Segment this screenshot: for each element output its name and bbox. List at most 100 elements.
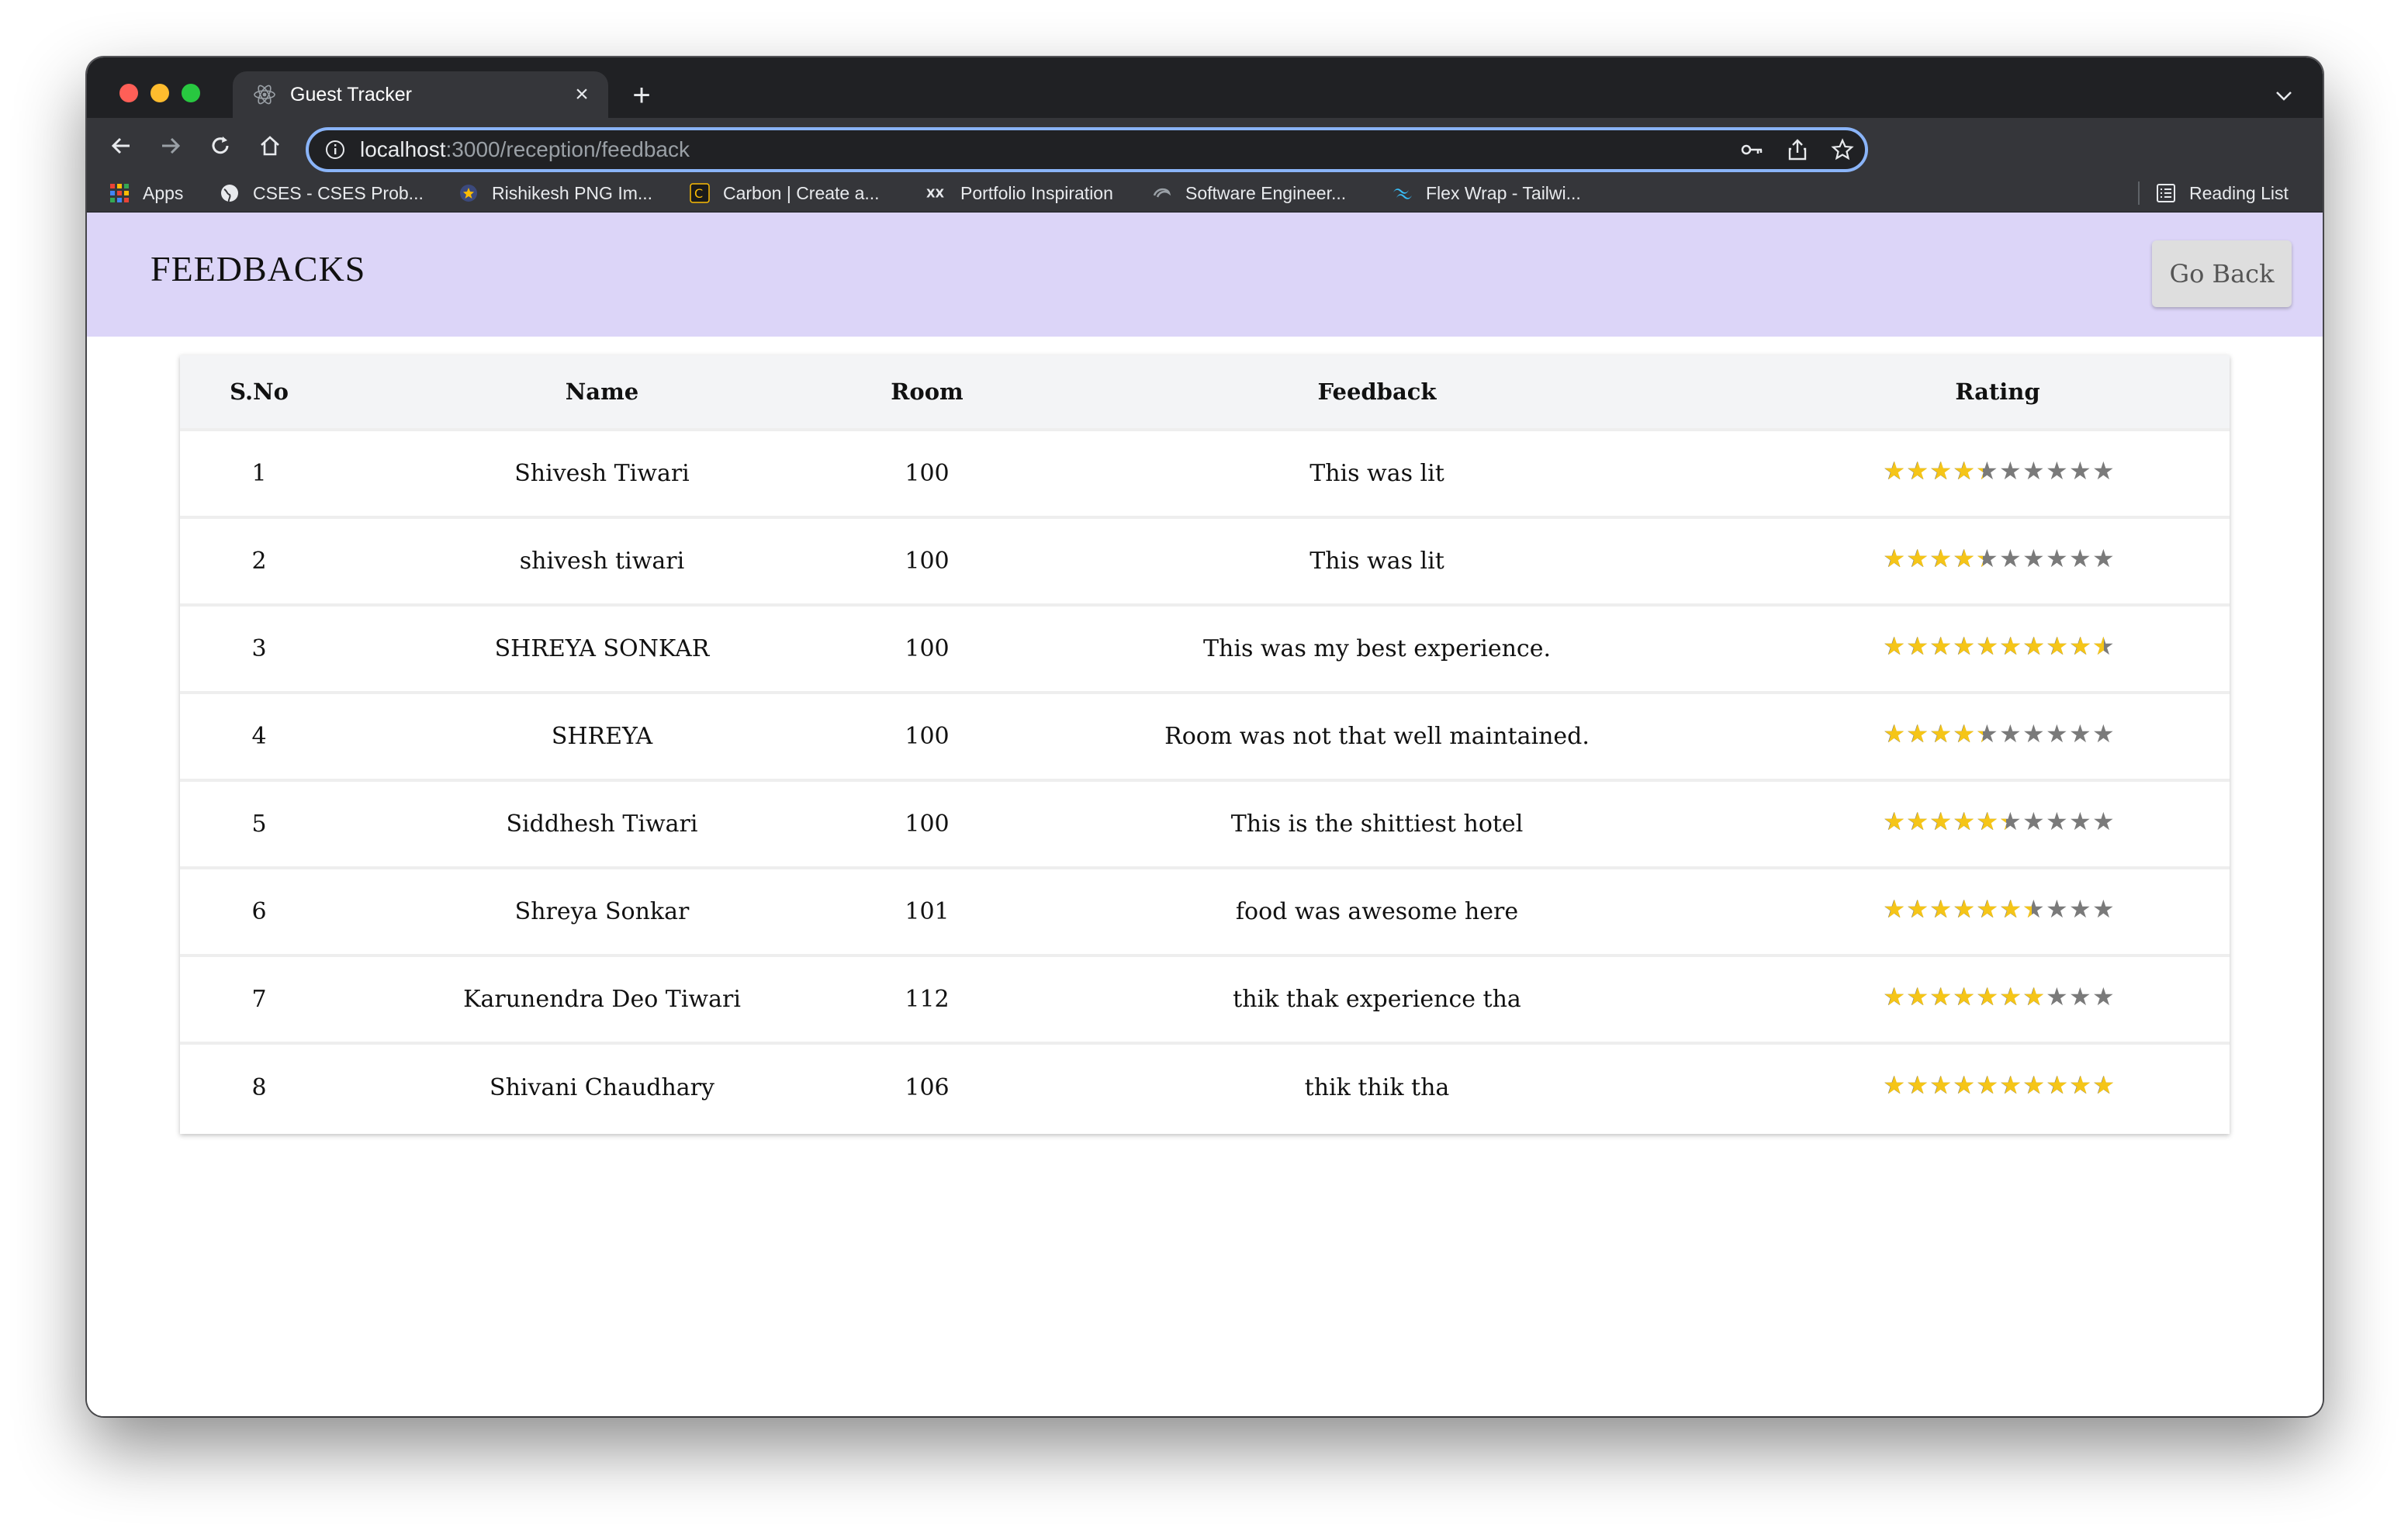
close-window-button[interactable] (119, 84, 138, 102)
table-header-row: S.No Name Room Feedback Rating (180, 355, 2230, 430)
table-row: 3 SHREYA SONKAR 100 This was my best experi… (180, 605, 2230, 693)
react-icon (253, 83, 276, 106)
star-rating: ★★★★★★★★★★★★★★★★★★★★ (1883, 721, 2116, 746)
cell-name: SHREYA SONKAR (494, 635, 710, 662)
star-icon: ★★ (2022, 631, 2046, 661)
star-icon: ★★ (2022, 718, 2045, 748)
star-icon: ★★ (2046, 631, 2069, 661)
bookmark-rishikesh-png[interactable]: Rishikesh PNG Im... (458, 174, 652, 213)
star-icon: ★★ (1883, 981, 1906, 1011)
address-bar[interactable]: localhost:3000/reception/feedback (306, 127, 1868, 172)
tab-title: Guest Tracker (290, 83, 412, 105)
star-icon: ★★ (1976, 718, 1998, 748)
column-header-rating: Rating (1955, 378, 2040, 405)
table-row: 4 SHREYA 100 Room was not that well maintai… (180, 693, 2230, 780)
star-icon: ★★ (1976, 543, 1998, 573)
cell-rating: ★★★★★★★★★★★★★★★★★★★★ (1766, 605, 2230, 693)
star-rating: ★★★★★★★★★★★★★★★★★★★★ (1883, 546, 2116, 571)
forward-arrow-icon[interactable] (152, 127, 189, 164)
star-icon: ★★ (2092, 806, 2115, 836)
bookmarks-bar: Apps CSES - CSES Prob... Rishikesh PNG I… (87, 174, 2323, 213)
bookmark-star-icon[interactable] (1820, 131, 1865, 168)
star-badge-icon (458, 182, 479, 204)
star-icon: ★★ (2069, 631, 2092, 661)
reading-list-label: Reading List (2189, 182, 2289, 203)
browser-window: Guest Tracker × + localhost:3000/recepti… (87, 57, 2323, 1416)
star-rating: ★★★★★★★★★★★★★★★★★★★★ (1883, 1073, 2116, 1097)
page-content: FEEDBACKS Go Back S.No Name Room Feedbac… (87, 213, 2323, 1416)
star-icon: ★★ (1999, 806, 2022, 836)
feedback-table-card: S.No Name Room Feedback Rating 1 Shivesh … (180, 355, 2230, 1134)
maximize-window-button[interactable] (182, 84, 200, 102)
key-icon[interactable] (1730, 131, 1775, 168)
url-host: localhost (360, 137, 446, 161)
star-icon: ★★ (1953, 1070, 1976, 1100)
back-arrow-icon[interactable] (102, 127, 140, 164)
bookmark-cses[interactable]: CSES - CSES Prob... (219, 174, 424, 213)
reading-list-button[interactable]: Reading List (2155, 174, 2289, 213)
cell-name: Shivesh Tiwari (514, 460, 690, 487)
star-icon: ★★ (1953, 806, 1976, 836)
bookmarks-divider (2138, 181, 2140, 205)
go-back-button[interactable]: Go Back (2152, 240, 2292, 307)
star-icon: ★★ (2022, 455, 2045, 486)
bookmark-software-engineer[interactable]: Software Engineer... (1151, 174, 1346, 213)
minimize-window-button[interactable] (150, 84, 169, 102)
table-row: 1 Shivesh Tiwari 100 This was lit ★ ★ ★ ★ ★ ★ ★ ★ ★ ★… (180, 430, 2230, 517)
star-icon: ★★ (1929, 981, 1953, 1011)
star-rating: ★★★★★★★★★★★★★★★★★★★★ (1883, 984, 2116, 1009)
cell-rating: ★★★★★★★★★★★★★★★★★★★★ (1766, 868, 2230, 956)
close-tab-icon[interactable]: × (566, 79, 597, 110)
url-path: :3000/reception/feedback (445, 137, 690, 161)
star-icon: ★★ (1953, 718, 1976, 748)
cell-rating: ★★★★★★★★★★★★★★★★★★★★ (1766, 517, 2230, 605)
cell-feedback: Room was not that well maintained. (1164, 723, 1590, 750)
tab-search-chevron-icon[interactable] (2268, 81, 2299, 112)
cell-room: 100 (905, 460, 950, 487)
table-row: 2 shivesh tiwari 100 This was lit ★ ★ ★ ★ ★ ★ ★ ★ ★ ★… (180, 517, 2230, 605)
star-icon: ★★ (1883, 1070, 1906, 1100)
bookmark-carbon[interactable]: C Carbon | Create a... (689, 174, 880, 213)
star-icon: ★★ (1929, 1070, 1953, 1100)
star-icon: ★★ (1953, 543, 1976, 573)
bookmark-apps[interactable]: Apps (109, 174, 183, 213)
star-icon: ★★ (2092, 455, 2115, 486)
url-text: localhost:3000/reception/feedback (360, 137, 1730, 162)
svg-text:XX: XX (926, 187, 945, 201)
star-icon: ★★ (2092, 1070, 2116, 1100)
star-icon: ★★ (2069, 455, 2091, 486)
star-icon: ★★ (1906, 893, 1929, 924)
star-icon: ★★ (2022, 543, 2045, 573)
cell-room: 112 (905, 986, 950, 1013)
star-icon: ★★ (1883, 893, 1906, 924)
cell-feedback: thik thik tha (1304, 1074, 1450, 1101)
star-icon: ★★ (1906, 455, 1929, 486)
column-header-sno: S.No (230, 378, 289, 405)
site-info-icon[interactable] (323, 137, 348, 162)
tailwind-logo-icon (1392, 182, 1413, 204)
reload-icon[interactable] (202, 127, 239, 164)
home-icon[interactable] (251, 127, 289, 164)
star-icon: ★★ (1883, 543, 1906, 573)
star-icon: ★★ (2069, 543, 2091, 573)
portfolio-logo-icon: XX (926, 182, 948, 204)
star-icon: ★★ (1906, 806, 1929, 836)
column-header-feedback: Feedback (1317, 378, 1437, 405)
new-tab-icon[interactable]: + (622, 76, 661, 115)
share-icon[interactable] (1775, 131, 1820, 168)
bookmark-label: CSES - CSES Prob... (253, 182, 424, 203)
star-icon: ★★ (1953, 981, 1976, 1011)
cell-room: 100 (905, 548, 950, 575)
cell-feedback: This was lit (1310, 548, 1444, 575)
table-row: 7 Karunendra Deo Tiwari 112 thik thak exper… (180, 956, 2230, 1043)
tab-guest-tracker[interactable]: Guest Tracker × (233, 71, 608, 118)
bookmark-label: Rishikesh PNG Im... (492, 182, 653, 203)
column-header-room: Room (891, 378, 964, 405)
star-icon: ★★ (2022, 893, 2045, 924)
star-icon: ★★ (1883, 718, 1906, 748)
bookmark-flex-wrap[interactable]: Flex Wrap - Tailwi... (1392, 174, 1581, 213)
page-header: FEEDBACKS Go Back (87, 213, 2323, 337)
star-icon: ★★ (1999, 1070, 2022, 1100)
star-icon: ★★ (2092, 981, 2115, 1011)
bookmark-portfolio-inspiration[interactable]: XX Portfolio Inspiration (926, 174, 1113, 213)
